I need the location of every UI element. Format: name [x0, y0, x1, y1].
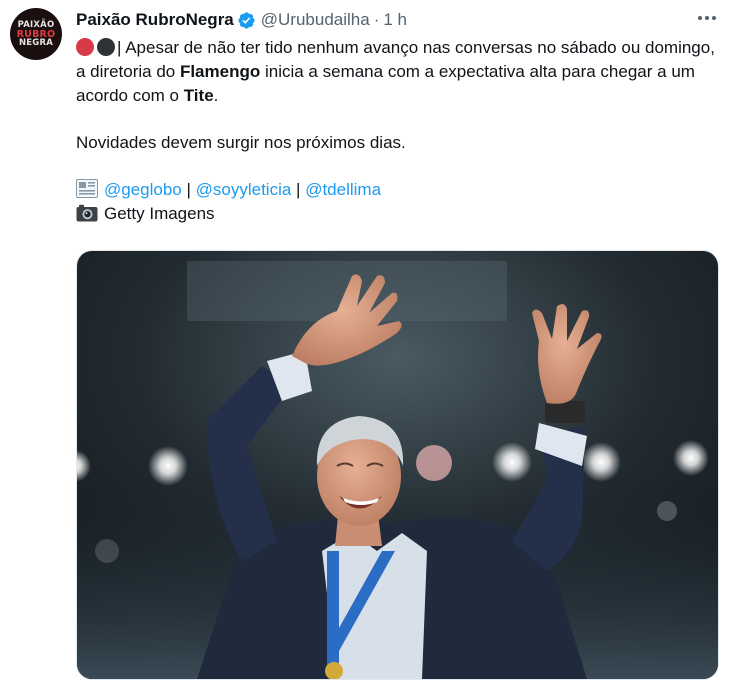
- text-segment: .: [213, 86, 219, 105]
- more-dot: [705, 16, 709, 20]
- red-circle-icon: [76, 38, 94, 56]
- separator-dot: ·: [373, 10, 380, 29]
- photo-credit-line: Getty Imagens: [76, 202, 716, 226]
- avatar[interactable]: PAIXÃO RUBRO NEGRA: [10, 8, 62, 60]
- mention-separator: |: [291, 180, 306, 199]
- tweet-mentions-line: @geglobo | @soyyleticia | @tdellima: [76, 178, 716, 202]
- mention-soyyleticia[interactable]: @soyyleticia: [196, 180, 292, 199]
- mention-geglobo[interactable]: @geglobo: [104, 180, 182, 199]
- verified-badge-icon[interactable]: [237, 11, 256, 30]
- black-circle-icon: [97, 38, 115, 56]
- tweet-paragraph-2: Novidades devem surgir nos próximos dias…: [76, 133, 406, 152]
- timestamp[interactable]: 1 h: [383, 10, 407, 30]
- avatar-text-line-3: NEGRA: [18, 37, 54, 48]
- mention-tdellima[interactable]: @tdellima: [305, 180, 381, 199]
- tweet-header: Paixão RubroNegra @Urubudailha · 1 h: [76, 9, 407, 31]
- bold-tite: Tite: [183, 86, 214, 105]
- tweet-text: | Apesar de não ter tido nenhum avanço n…: [76, 36, 716, 226]
- mention-separator: |: [181, 180, 196, 199]
- display-name[interactable]: Paixão RubroNegra: [76, 10, 234, 30]
- more-dot: [712, 16, 716, 20]
- bold-flamengo: Flamengo: [179, 62, 261, 81]
- photo-credit: Getty Imagens: [104, 204, 215, 223]
- camera-icon: [76, 204, 98, 222]
- more-dot: [698, 16, 702, 20]
- tweet-media-photo[interactable]: [76, 250, 719, 680]
- tweet[interactable]: PAIXÃO RUBRO NEGRA Paixão RubroNegra @Ur…: [0, 0, 738, 682]
- tweet-paragraph-1: | Apesar de não ter tido nenhum avanço n…: [76, 36, 716, 108]
- more-options-icon[interactable]: [694, 7, 720, 29]
- tite-celebrating-photo: [77, 251, 718, 679]
- newspaper-icon: [76, 179, 98, 198]
- user-handle[interactable]: @Urubudailha: [261, 10, 370, 30]
